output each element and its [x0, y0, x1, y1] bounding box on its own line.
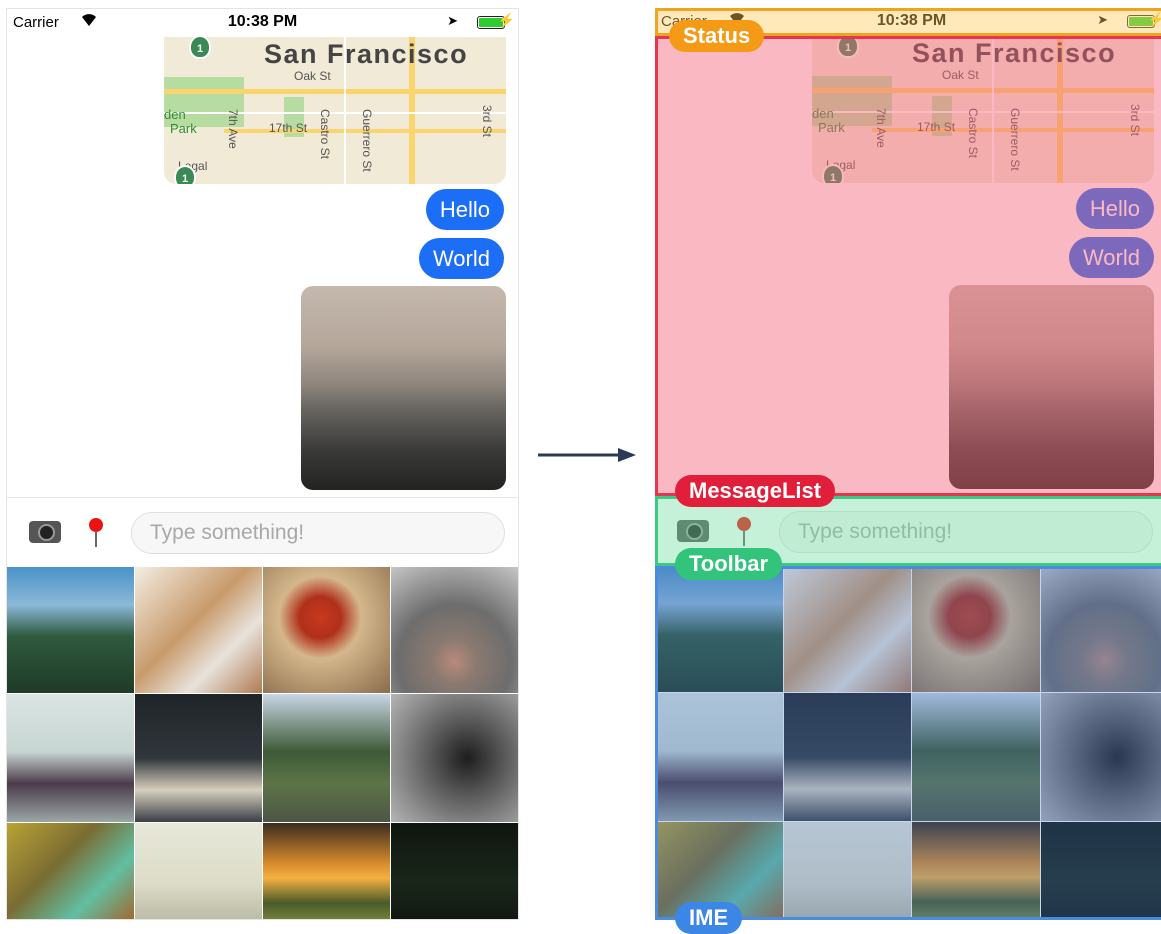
- map-street-label: 7th Ave: [226, 109, 240, 149]
- gallery-tile-boat[interactable]: [7, 694, 134, 822]
- map-park-label: den: [164, 107, 186, 122]
- input-toolbar: [7, 497, 518, 567]
- camera-icon[interactable]: [29, 521, 61, 543]
- map-street-label: Guerrero St: [360, 109, 374, 172]
- map-street-label: 17th St: [269, 121, 307, 135]
- map-street-label: Castro St: [318, 109, 332, 159]
- messagelist-region-overlay: [655, 36, 1161, 496]
- status-region-overlay: [655, 8, 1161, 36]
- location-arrow-icon: ➤: [447, 13, 458, 29]
- status-time: 10:38 PM: [7, 13, 518, 31]
- ime-region-tag: IME: [675, 902, 742, 934]
- message-bubble[interactable]: World: [419, 238, 504, 279]
- message-bubble[interactable]: Hello: [426, 189, 504, 230]
- status-bar: Carrier 10:38 PM ➤ ⚡: [7, 9, 518, 37]
- charging-bolt-icon: ⚡: [498, 12, 515, 29]
- gallery-tile-fog[interactable]: [135, 823, 262, 920]
- gallery-tile-mug[interactable]: [263, 567, 390, 693]
- map-street-label: Oak St: [294, 69, 331, 83]
- map-park-label: Park: [170, 121, 197, 136]
- photo-picker-grid: [7, 567, 518, 920]
- message-input[interactable]: [131, 512, 505, 554]
- message-list[interactable]: San Francisco Oak St 17th St 7th Ave Cas…: [7, 37, 518, 497]
- highway-shield-icon: 1: [174, 165, 196, 184]
- gallery-tile-keyboard[interactable]: [135, 694, 262, 822]
- phone-screen-annotated: Carrier 10:38 PM ➤ ⚡ San Francisco Oak S…: [655, 8, 1161, 920]
- map-message[interactable]: San Francisco Oak St 17th St 7th Ave Cas…: [164, 37, 506, 184]
- gallery-tile-clothespins[interactable]: [7, 823, 134, 920]
- toolbar-region-overlay: [655, 496, 1161, 566]
- highway-shield-icon: 1: [189, 37, 211, 59]
- phone-screen-original: Carrier 10:38 PM ➤ ⚡ San Francisco Oak S…: [6, 8, 519, 920]
- arrow-right-icon: [538, 446, 636, 464]
- gallery-tile-forest[interactable]: [7, 567, 134, 693]
- gallery-tile-pinecone[interactable]: [391, 694, 518, 822]
- gallery-tile-cat[interactable]: [391, 567, 518, 693]
- ime-region-overlay: [655, 566, 1161, 920]
- gallery-tile-desk[interactable]: [135, 567, 262, 693]
- map-city-label: San Francisco: [264, 39, 468, 70]
- gallery-tile-sunset[interactable]: [263, 823, 390, 920]
- photo-message[interactable]: [301, 286, 506, 490]
- location-pin-icon[interactable]: [87, 518, 105, 548]
- gallery-tile-road[interactable]: [263, 694, 390, 822]
- gallery-tile-night[interactable]: [391, 823, 518, 920]
- map-street-label: 3rd St: [480, 105, 494, 137]
